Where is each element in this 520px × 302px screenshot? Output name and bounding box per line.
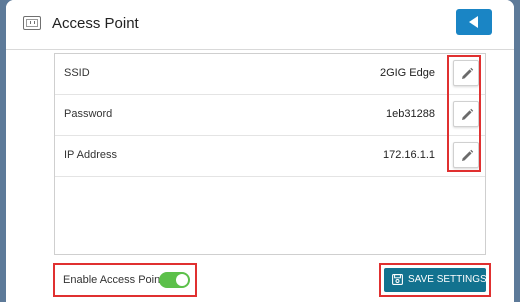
page-title: Access Point (52, 15, 139, 32)
access-point-icon (23, 16, 41, 30)
save-settings-button[interactable]: SAVE SETTINGS (384, 268, 487, 292)
enable-access-point-label: Enable Access Point (63, 274, 164, 286)
setting-label: Password (64, 108, 113, 120)
edit-password-button[interactable] (453, 101, 479, 127)
enable-access-point-toggle[interactable] (159, 272, 190, 288)
back-button[interactable] (456, 9, 492, 35)
save-settings-highlight: SAVE SETTINGS (379, 263, 491, 297)
setting-value: 172.16.1.1 (383, 149, 435, 161)
settings-list: SSID 2GIG Edge Password 1eb31288 IP Addr… (54, 53, 486, 255)
edit-ssid-button[interactable] (453, 60, 479, 86)
pencil-icon (462, 108, 474, 120)
pencil-icon (462, 67, 474, 79)
back-arrow-icon (469, 16, 478, 28)
setting-row-ip-address: IP Address 172.16.1.1 (55, 136, 485, 177)
save-icon (392, 274, 403, 285)
setting-label: IP Address (64, 149, 117, 161)
setting-label: SSID (64, 67, 90, 79)
save-settings-label: SAVE SETTINGS (408, 274, 487, 285)
pencil-icon (462, 149, 474, 161)
setting-row-ssid: SSID 2GIG Edge (55, 54, 485, 95)
setting-row-password: Password 1eb31288 (55, 95, 485, 136)
header-bar: Access Point (6, 0, 514, 50)
access-point-panel: Access Point SSID 2GIG Edge Password 1eb… (6, 0, 514, 302)
enable-access-point-control: Enable Access Point (53, 263, 197, 297)
toggle-knob (176, 274, 188, 286)
edit-ip-address-button[interactable] (453, 142, 479, 168)
setting-value: 1eb31288 (386, 108, 435, 120)
setting-value: 2GIG Edge (379, 67, 435, 79)
